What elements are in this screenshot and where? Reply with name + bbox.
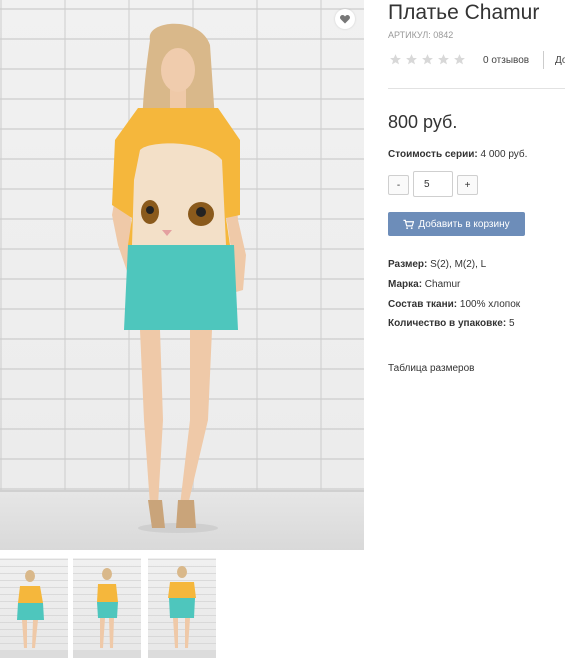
spec-label: Состав ткани: [388,299,458,310]
product-title: Платье Chamur [388,1,540,24]
star-icon[interactable] [437,53,450,66]
series-value: 4 000 руб. [477,149,528,160]
divider [543,51,544,69]
series-label: Стоимость серии: [388,149,478,160]
size-table-link[interactable]: Таблица размеров [388,362,474,375]
spec-pack-quantity: Количество в упаковке: 5 [388,317,515,330]
spec-label: Количество в упаковке: [388,318,507,329]
spec-label: Размер: [388,259,428,270]
cart-icon [403,219,415,229]
reviews-link[interactable]: 0 отзывов [483,54,529,67]
spec-size: Размер: S(2), M(2), L [388,258,486,271]
series-price: Стоимость серии: 4 000 руб. [388,148,527,161]
spec-value: Chamur [422,279,461,290]
star-icon[interactable] [389,53,402,66]
spec-value: S(2), M(2), L [427,259,487,270]
spec-value: 100% хлопок [457,299,521,310]
quantity-decrement-button[interactable]: - [388,175,409,195]
product-sku: АРТИКУЛ: 0842 [388,30,454,40]
divider [388,88,565,89]
main-product-photo[interactable] [0,0,364,550]
add-to-cart-button[interactable]: Добавить в корзину [388,212,525,236]
thumbnail-2[interactable] [73,558,141,658]
spec-fabric: Состав ткани: 100% хлопок [388,298,520,311]
quantity-increment-button[interactable]: + [457,175,478,195]
rating-stars[interactable] [389,53,466,66]
thumbnail-image [148,566,216,658]
quantity-input[interactable] [413,171,453,197]
spec-label: Марка: [388,279,423,290]
add-to-cart-label: Добавить в корзину [418,218,510,230]
model-figure [112,23,246,533]
product-price: 800 руб. [388,112,458,132]
favorite-button[interactable] [335,9,355,29]
thumbnail-1[interactable] [0,558,68,658]
star-icon[interactable] [453,53,466,66]
thumbnail-image [0,570,68,658]
star-icon[interactable] [405,53,418,66]
spec-value: 5 [506,318,515,329]
thumbnail-image [73,568,141,658]
star-icon[interactable] [421,53,434,66]
extra-link[interactable]: До [555,54,565,67]
spec-brand: Марка: Chamur [388,278,460,291]
heart-icon [340,15,350,24]
thumbnail-3[interactable] [148,558,216,658]
